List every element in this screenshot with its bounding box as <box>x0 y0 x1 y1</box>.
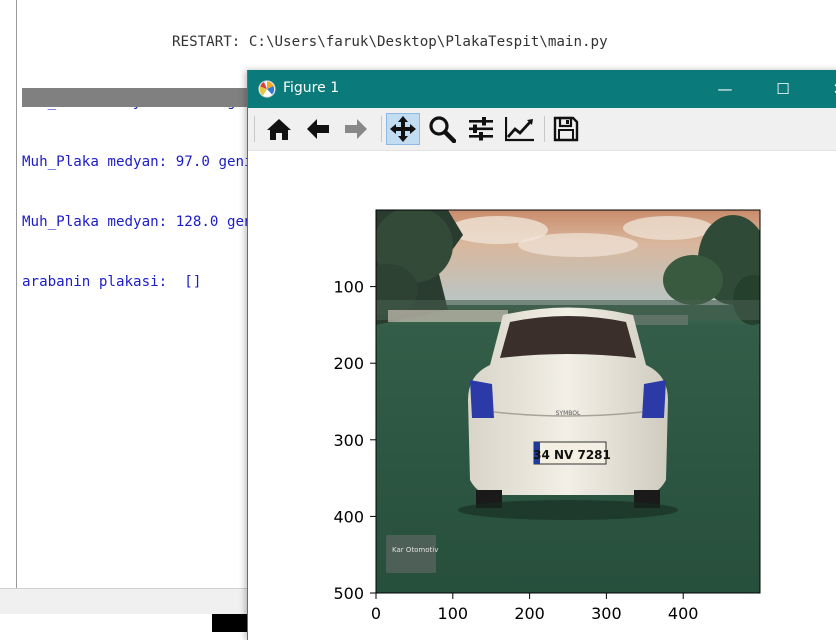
home-button[interactable] <box>262 113 296 145</box>
zoom-button[interactable] <box>425 113 459 145</box>
title-bar[interactable]: Figure 1 — ☐ ✕ <box>248 70 836 108</box>
squeezed-output-bar[interactable] <box>22 88 252 107</box>
maximize-button[interactable]: ☐ <box>760 70 806 108</box>
watermark-text: Kar Otomotiv <box>392 546 438 554</box>
x-tick-label: 300 <box>591 604 622 623</box>
save-button[interactable] <box>549 113 583 145</box>
toolbar-separator <box>544 116 545 142</box>
x-tick-label: 0 <box>371 604 381 623</box>
minimize-button[interactable]: — <box>702 70 748 108</box>
car-badge-text: SYMBOL <box>556 410 581 417</box>
home-icon <box>267 119 291 140</box>
plot-canvas[interactable]: SYMBOL 34 NV 7281 Kar Otomotiv 0 100 200 30… <box>248 150 836 640</box>
back-button[interactable] <box>301 113 335 145</box>
toolbar-separator <box>254 116 255 142</box>
customize-button[interactable] <box>503 113 537 145</box>
x-tick-label: 200 <box>514 604 545 623</box>
navigation-toolbar <box>248 108 836 151</box>
customize-icon <box>505 117 534 142</box>
save-icon <box>553 116 579 142</box>
shell-gutter-divider <box>16 0 17 588</box>
window-title: Figure 1 <box>283 80 340 96</box>
matplotlib-logo-icon <box>258 80 276 98</box>
shell-status-bar <box>0 588 248 615</box>
x-tick-label: 400 <box>668 604 699 623</box>
car-photo-image: SYMBOL 34 NV 7281 Kar Otomotiv <box>376 210 760 593</box>
y-tick-label: 400 <box>333 507 364 526</box>
taskbar-area <box>0 614 248 632</box>
zoom-icon <box>429 116 456 143</box>
pan-icon <box>390 116 416 142</box>
figure-window: Figure 1 — ☐ ✕ <box>247 70 836 640</box>
y-tick-label: 200 <box>333 354 364 373</box>
x-tick-label: 100 <box>438 604 469 623</box>
y-tick-label: 500 <box>333 584 364 603</box>
y-tick-label: 100 <box>333 278 364 297</box>
forward-icon <box>345 119 367 139</box>
taskbar-item <box>212 614 248 632</box>
restart-line: RESTART: C:\Users\faruk\Desktop\PlakaTes… <box>172 34 608 50</box>
toolbar-separator <box>381 116 382 142</box>
back-icon <box>307 119 329 139</box>
subplots-icon <box>469 117 493 141</box>
pan-button[interactable] <box>386 113 420 145</box>
subplots-button[interactable] <box>464 113 498 145</box>
y-tick-label: 300 <box>333 431 364 450</box>
license-plate-text: 34 NV 7281 <box>533 448 611 462</box>
forward-button[interactable] <box>339 113 373 145</box>
close-button[interactable]: ✕ <box>816 70 836 108</box>
